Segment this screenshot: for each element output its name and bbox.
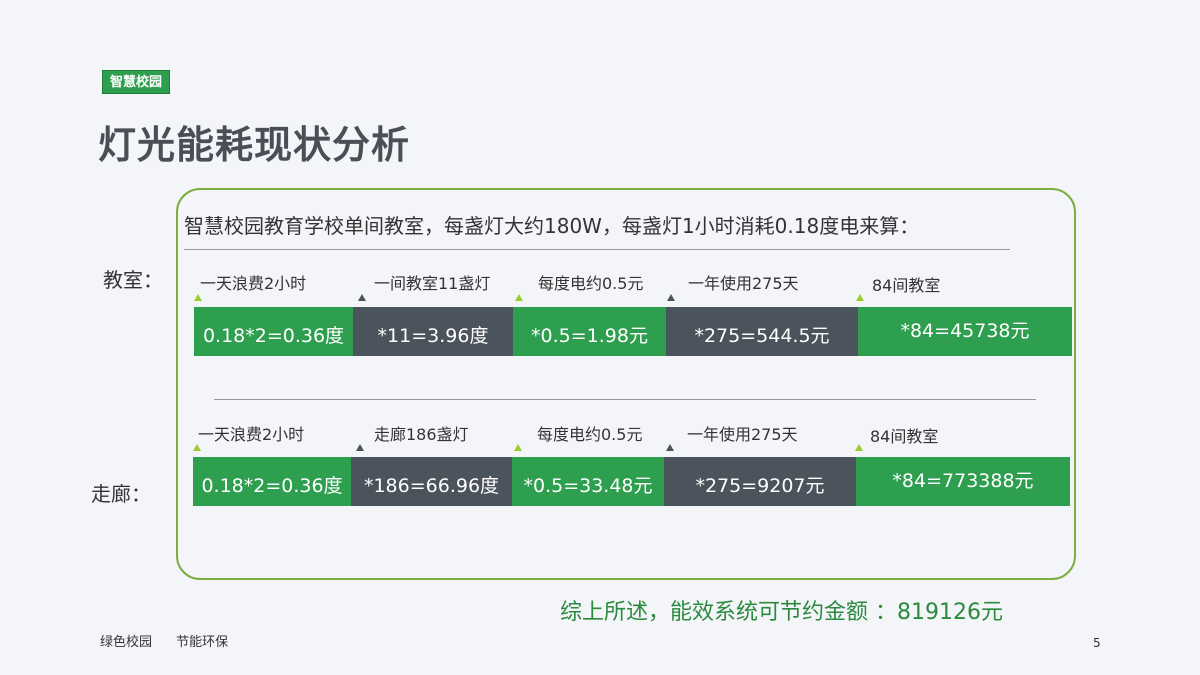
page-number: 5 bbox=[1093, 636, 1101, 650]
triangle-marker-icon bbox=[356, 444, 364, 451]
triangle-marker-icon bbox=[358, 294, 366, 301]
triangle-marker-icon bbox=[514, 444, 522, 451]
classroom-step-5: *84=45738元 bbox=[858, 307, 1072, 356]
triangle-marker-icon bbox=[855, 444, 863, 451]
classroom-caption-4: 一年使用275天 bbox=[688, 274, 799, 293]
classroom-step-4: *275=544.5元 bbox=[666, 307, 858, 356]
triangle-marker-icon bbox=[194, 294, 202, 301]
corridor-label: 走廊： bbox=[91, 482, 151, 506]
summary-text: 综上所述，能效系统可节约金额 ：819126元 bbox=[560, 600, 1003, 625]
corridor-caption-3: 每度电约0.5元 bbox=[537, 425, 643, 444]
footer: 绿色校园 节能环保 bbox=[100, 631, 248, 650]
classroom-caption-2: 一间教室11盏灯 bbox=[374, 274, 491, 293]
corridor-step-2: *186=66.96度 bbox=[351, 457, 512, 506]
classroom-step-2: *11=3.96度 bbox=[353, 307, 513, 356]
corridor-caption-5: 84间教室 bbox=[870, 427, 939, 446]
footer-right: 节能环保 bbox=[176, 635, 229, 650]
corridor-caption-4: 一年使用275天 bbox=[687, 425, 798, 444]
corridor-step-4: *275=9207元 bbox=[664, 457, 856, 506]
intro-text: 智慧校园教育学校单间教室，每盏灯大约180W，每盏灯1小时消耗0.18度电来算： bbox=[184, 214, 920, 238]
classroom-caption-3: 每度电约0.5元 bbox=[538, 274, 644, 293]
triangle-marker-icon bbox=[856, 294, 864, 301]
triangle-marker-icon bbox=[667, 294, 675, 301]
corridor-step-3: *0.5=33.48元 bbox=[512, 457, 664, 506]
corridor-caption-2: 走廊186盏灯 bbox=[374, 425, 469, 444]
classroom-caption-1: 一天浪费2小时 bbox=[200, 274, 307, 293]
corridor-caption-1: 一天浪费2小时 bbox=[198, 425, 305, 444]
page-title: 灯光能耗现状分析 bbox=[98, 123, 411, 167]
divider-middle bbox=[214, 399, 1036, 400]
divider-top bbox=[184, 249, 1010, 250]
classroom-step-3: *0.5=1.98元 bbox=[513, 307, 666, 356]
corridor-step-1: 0.18*2=0.36度 bbox=[193, 457, 351, 506]
content-frame bbox=[176, 188, 1076, 580]
triangle-marker-icon bbox=[666, 444, 674, 451]
triangle-marker-icon bbox=[515, 294, 523, 301]
triangle-marker-icon bbox=[193, 444, 201, 451]
classroom-step-1: 0.18*2=0.36度 bbox=[194, 307, 353, 356]
classroom-caption-5: 84间教室 bbox=[872, 276, 941, 295]
corridor-step-5: *84=773388元 bbox=[856, 457, 1070, 506]
classroom-label: 教室： bbox=[103, 268, 163, 292]
section-tag: 智慧校园 bbox=[102, 70, 171, 94]
footer-left: 绿色校园 bbox=[100, 635, 153, 650]
